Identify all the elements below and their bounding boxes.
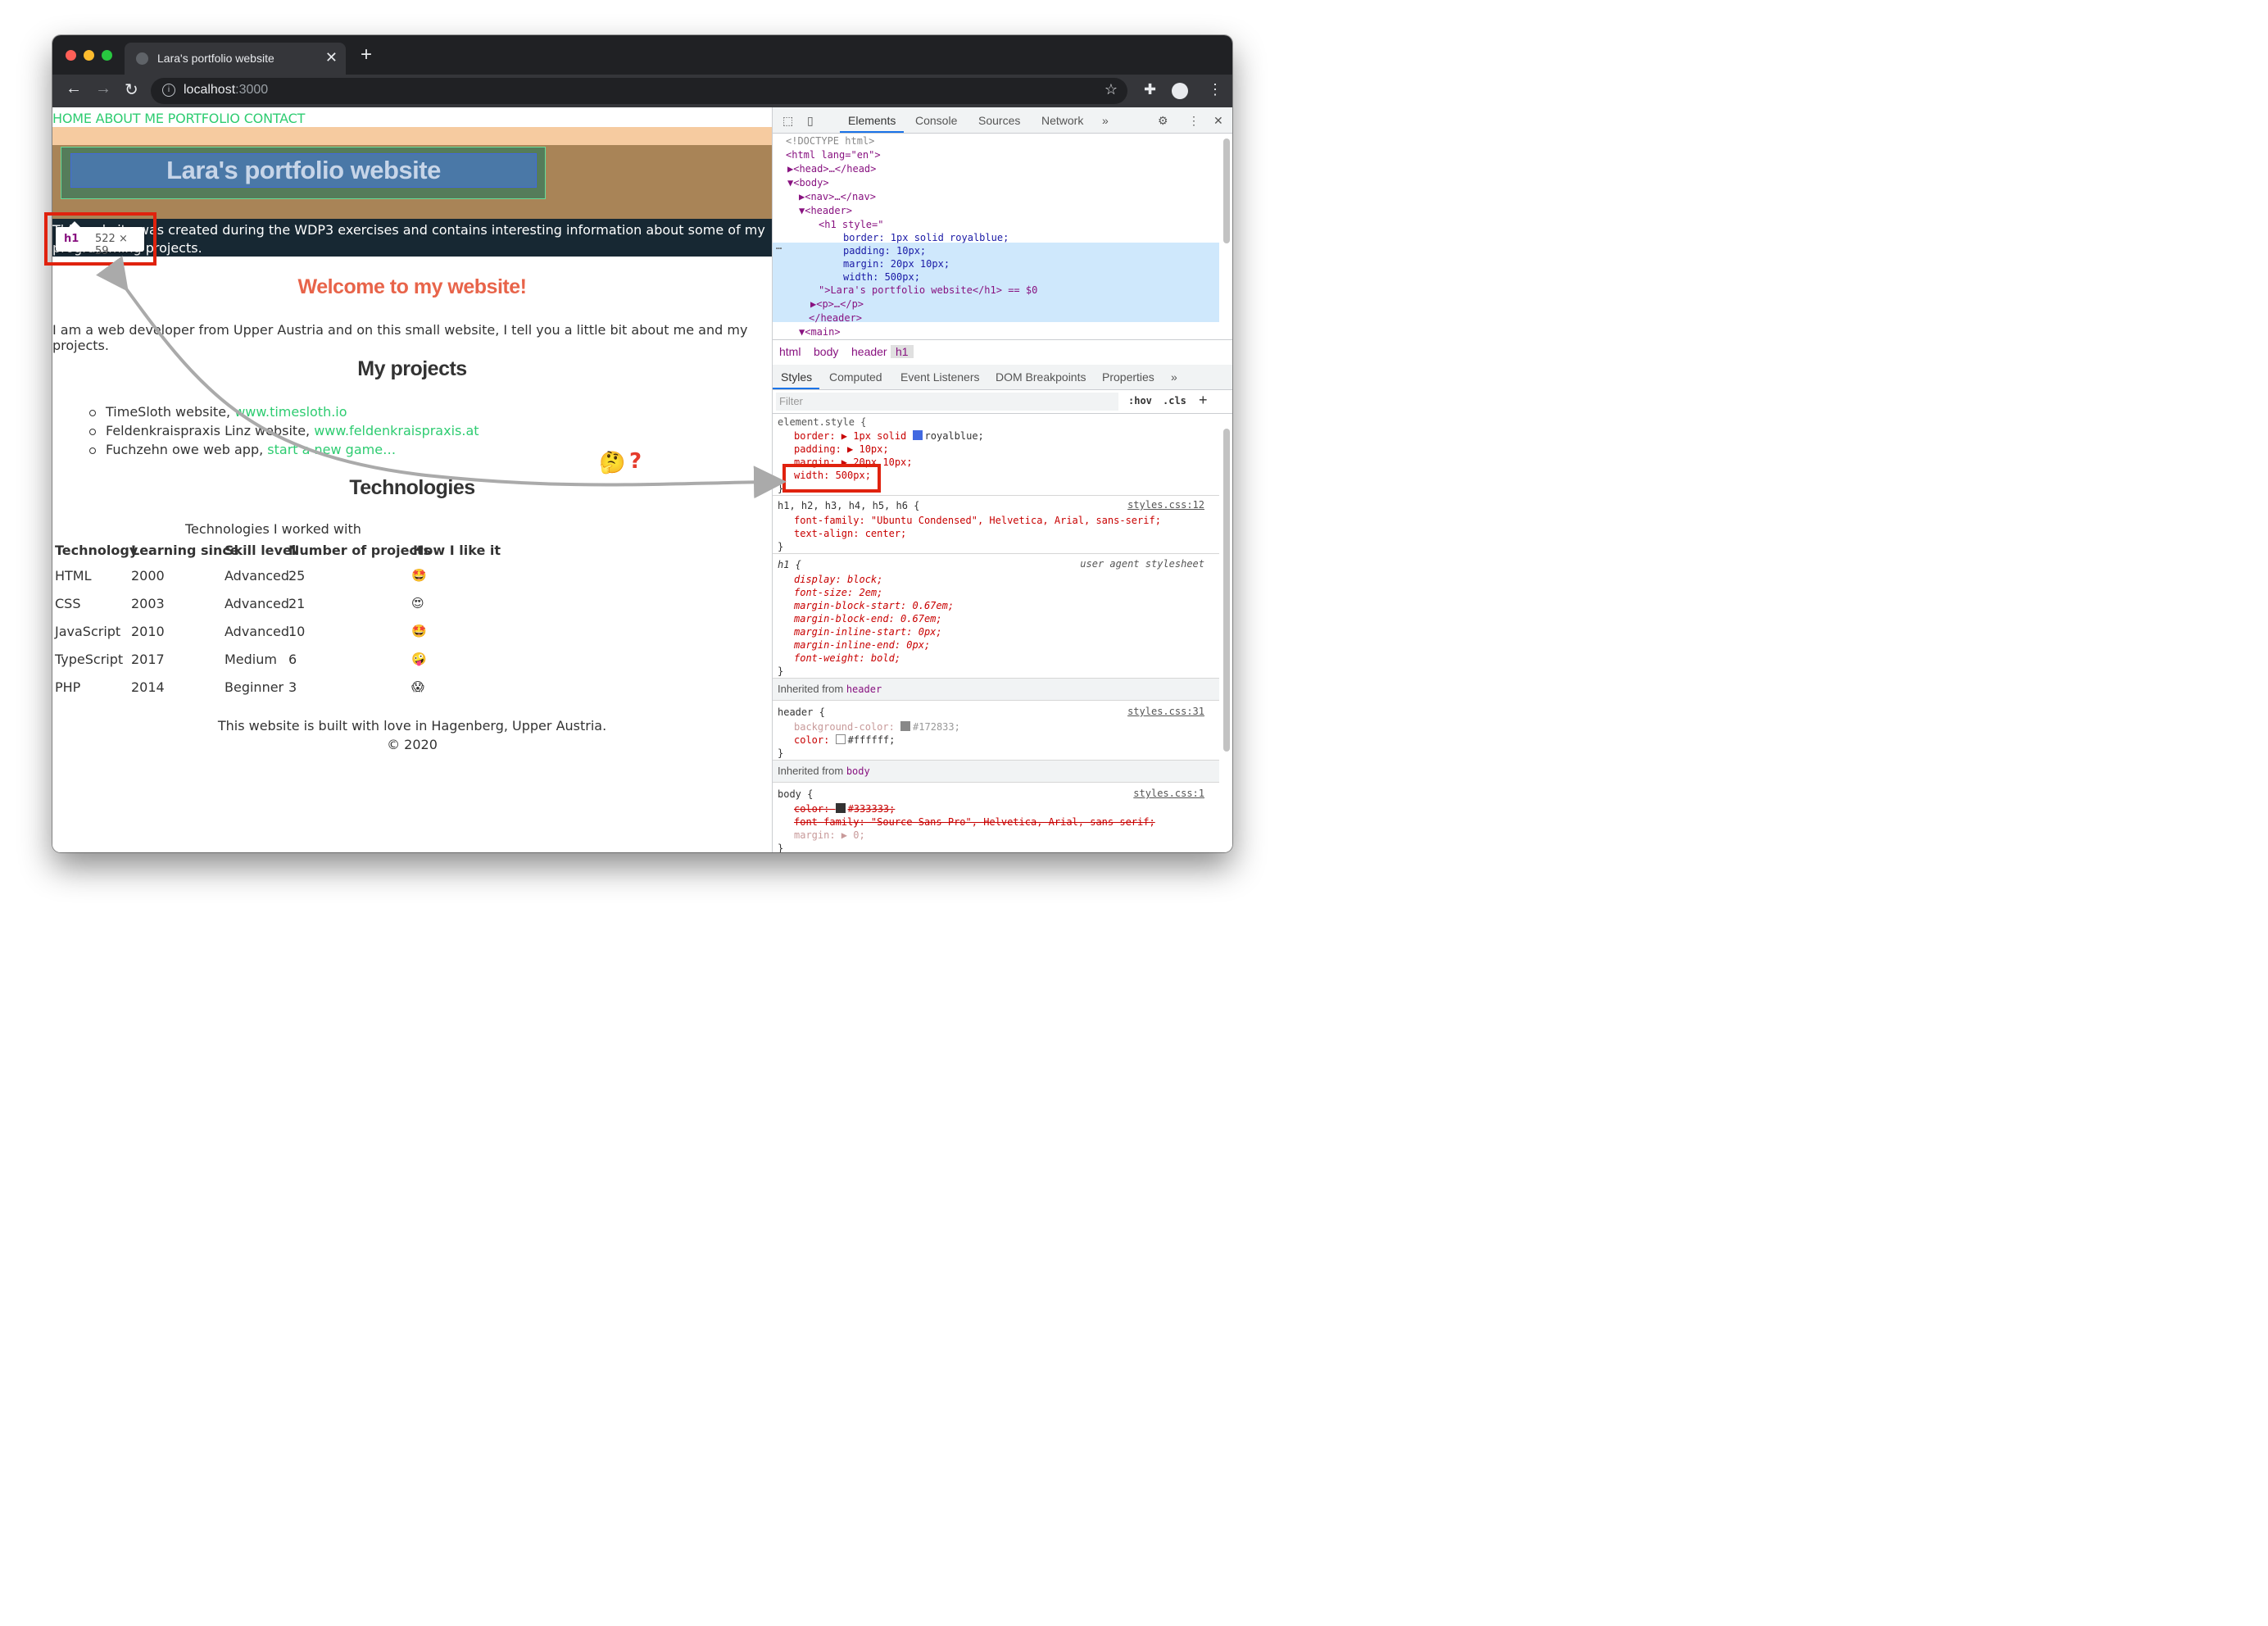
annotation-arrow [96,256,787,499]
